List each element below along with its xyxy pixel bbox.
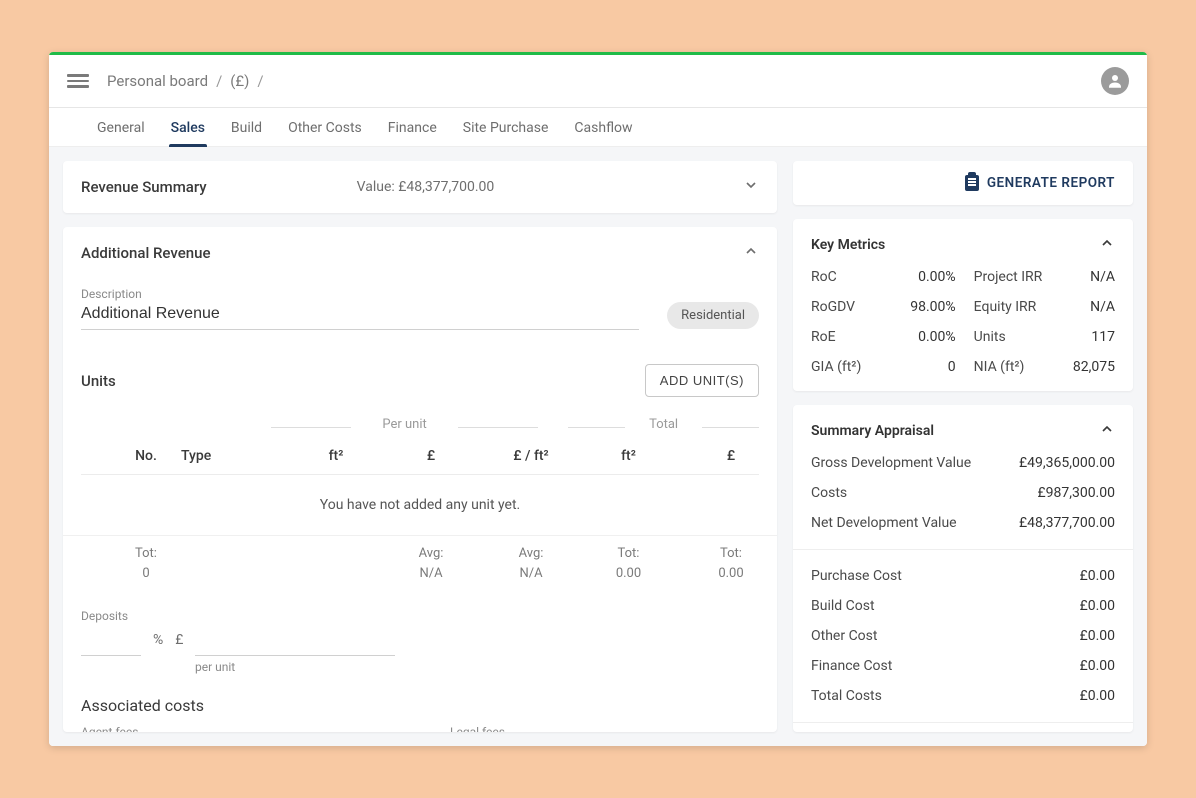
- topbar: Personal board / (£) /: [49, 55, 1147, 108]
- metric-label: GIA (ft²): [811, 359, 892, 375]
- appraisal-row: Gross Development Value£49,365,000.00: [811, 455, 1115, 471]
- metric-value: 82,075: [1073, 359, 1115, 375]
- metric-value: 0.00%: [910, 329, 955, 345]
- breadcrumb-item[interactable]: (£): [230, 72, 249, 90]
- appraisal-row: Net Development Value£48,377,700.00: [811, 515, 1115, 531]
- chevron-down-icon[interactable]: [743, 177, 759, 197]
- chevron-up-icon[interactable]: [1099, 421, 1115, 441]
- deposits-amount-input[interactable]: [195, 627, 395, 656]
- key-metrics-title: Key Metrics: [811, 237, 885, 253]
- description-label: Description: [81, 287, 759, 301]
- menu-icon[interactable]: [67, 74, 89, 88]
- additional-revenue-title: Additional Revenue: [81, 244, 210, 262]
- revenue-summary-card[interactable]: Revenue Summary Value: £48,377,700.00: [63, 161, 777, 213]
- summary-appraisal-card: Summary Appraisal Gross Development Valu…: [793, 405, 1133, 732]
- divider: [793, 722, 1133, 723]
- breadcrumb-item[interactable]: Personal board: [107, 72, 208, 90]
- chevron-up-icon[interactable]: [743, 243, 759, 263]
- summary-appraisal-title: Summary Appraisal: [811, 423, 934, 439]
- metric-label: Units: [974, 329, 1055, 345]
- col-ft2-per: ft²: [291, 448, 381, 464]
- chevron-up-icon[interactable]: [1099, 235, 1115, 255]
- percent-symbol: %: [153, 632, 163, 648]
- main-content: Revenue Summary Value: £48,377,700.00 Ad…: [49, 147, 1147, 746]
- revenue-summary-title: Revenue Summary: [81, 178, 207, 196]
- app-window: Personal board / (£) / General Sales Bui…: [49, 52, 1147, 746]
- associated-costs-title: Associated costs: [81, 696, 759, 715]
- appraisal-row: Build Cost£0.00: [811, 598, 1115, 614]
- breadcrumb-separator: /: [216, 72, 222, 90]
- col-type: Type: [181, 448, 291, 464]
- key-metrics-grid: RoC 0.00% Project IRR N/A RoGDV 98.00% Equi…: [811, 269, 1115, 375]
- column-group-total: Total: [568, 417, 759, 438]
- units-table-header: No. Type ft² £ £ / ft² ft² £: [81, 438, 759, 475]
- metric-value: 117: [1073, 329, 1115, 345]
- right-column: GENERATE REPORT Key Metrics RoC 0.00% Pro…: [793, 161, 1133, 732]
- deposits-label: Deposits: [81, 609, 759, 623]
- units-title: Units: [81, 372, 116, 390]
- deposits-percent-input[interactable]: [81, 627, 141, 656]
- tab-build[interactable]: Build: [229, 108, 264, 146]
- description-input[interactable]: [81, 301, 639, 330]
- metric-value: 98.00%: [910, 299, 955, 315]
- tab-cashflow[interactable]: Cashflow: [572, 108, 634, 146]
- revenue-summary-value: Value: £48,377,700.00: [357, 179, 495, 195]
- clipboard-icon: [965, 175, 979, 191]
- tab-other-costs[interactable]: Other Costs: [286, 108, 364, 146]
- col-gbp-per-ft2: £ / ft²: [481, 448, 581, 464]
- tab-finance[interactable]: Finance: [386, 108, 439, 146]
- metric-label: RoE: [811, 329, 892, 345]
- user-avatar-icon[interactable]: [1101, 67, 1129, 95]
- generate-report-card: GENERATE REPORT: [793, 161, 1133, 205]
- metric-value: 0.00%: [910, 269, 955, 285]
- units-totals-row: Tot:0 Avg:N/A Avg:N/A Tot:0.00 Tot:0.00: [81, 536, 759, 591]
- per-unit-label: per unit: [195, 660, 759, 674]
- breadcrumb: Personal board / (£) /: [107, 72, 264, 90]
- additional-revenue-card: Additional Revenue Description Residenti…: [63, 227, 777, 732]
- appraisal-row: Finance Cost£0.00: [811, 658, 1115, 674]
- col-gbp-tot: £: [676, 448, 777, 464]
- tab-general[interactable]: General: [95, 108, 147, 146]
- deposits-section: Deposits % £ per unit: [81, 609, 759, 674]
- units-empty-message: You have not added any unit yet.: [63, 475, 777, 536]
- metric-value: 0: [910, 359, 955, 375]
- residential-chip[interactable]: Residential: [667, 302, 759, 329]
- appraisal-row: Total Costs£0.00: [811, 688, 1115, 704]
- divider: [793, 549, 1133, 550]
- generate-report-button[interactable]: GENERATE REPORT: [811, 175, 1115, 191]
- agent-fees-label: Agent fees: [81, 725, 390, 732]
- metric-label: Equity IRR: [974, 299, 1055, 315]
- metric-label: NIA (ft²): [974, 359, 1055, 375]
- breadcrumb-separator: /: [257, 72, 263, 90]
- appraisal-row: Other Cost£0.00: [811, 628, 1115, 644]
- pound-symbol: £: [175, 632, 183, 648]
- left-column: Revenue Summary Value: £48,377,700.00 Ad…: [63, 161, 777, 732]
- metric-label: RoC: [811, 269, 892, 285]
- appraisal-row: Purchase Cost£0.00: [811, 568, 1115, 584]
- column-group-per-unit: Per unit: [271, 417, 538, 438]
- metric-value: N/A: [1073, 299, 1115, 315]
- units-table: Per unit Total No. Type ft² £ £ / ft² ft…: [81, 417, 759, 591]
- col-no: No.: [111, 448, 181, 464]
- tab-sales[interactable]: Sales: [169, 108, 207, 146]
- legal-fees-label: Legal fees: [450, 725, 759, 732]
- add-units-button[interactable]: ADD UNIT(S): [645, 364, 759, 397]
- metric-label: RoGDV: [811, 299, 892, 315]
- col-gbp-per: £: [381, 448, 481, 464]
- col-ft2-tot: ft²: [581, 448, 676, 464]
- tab-site-purchase[interactable]: Site Purchase: [461, 108, 551, 146]
- associated-costs-section: Associated costs Agent fees % £: [81, 696, 759, 732]
- appraisal-row: Costs£987,300.00: [811, 485, 1115, 501]
- key-metrics-card: Key Metrics RoC 0.00% Project IRR N/A RoGD…: [793, 219, 1133, 391]
- tab-bar: General Sales Build Other Costs Finance …: [49, 108, 1147, 147]
- metric-label: Project IRR: [974, 269, 1055, 285]
- metric-value: N/A: [1073, 269, 1115, 285]
